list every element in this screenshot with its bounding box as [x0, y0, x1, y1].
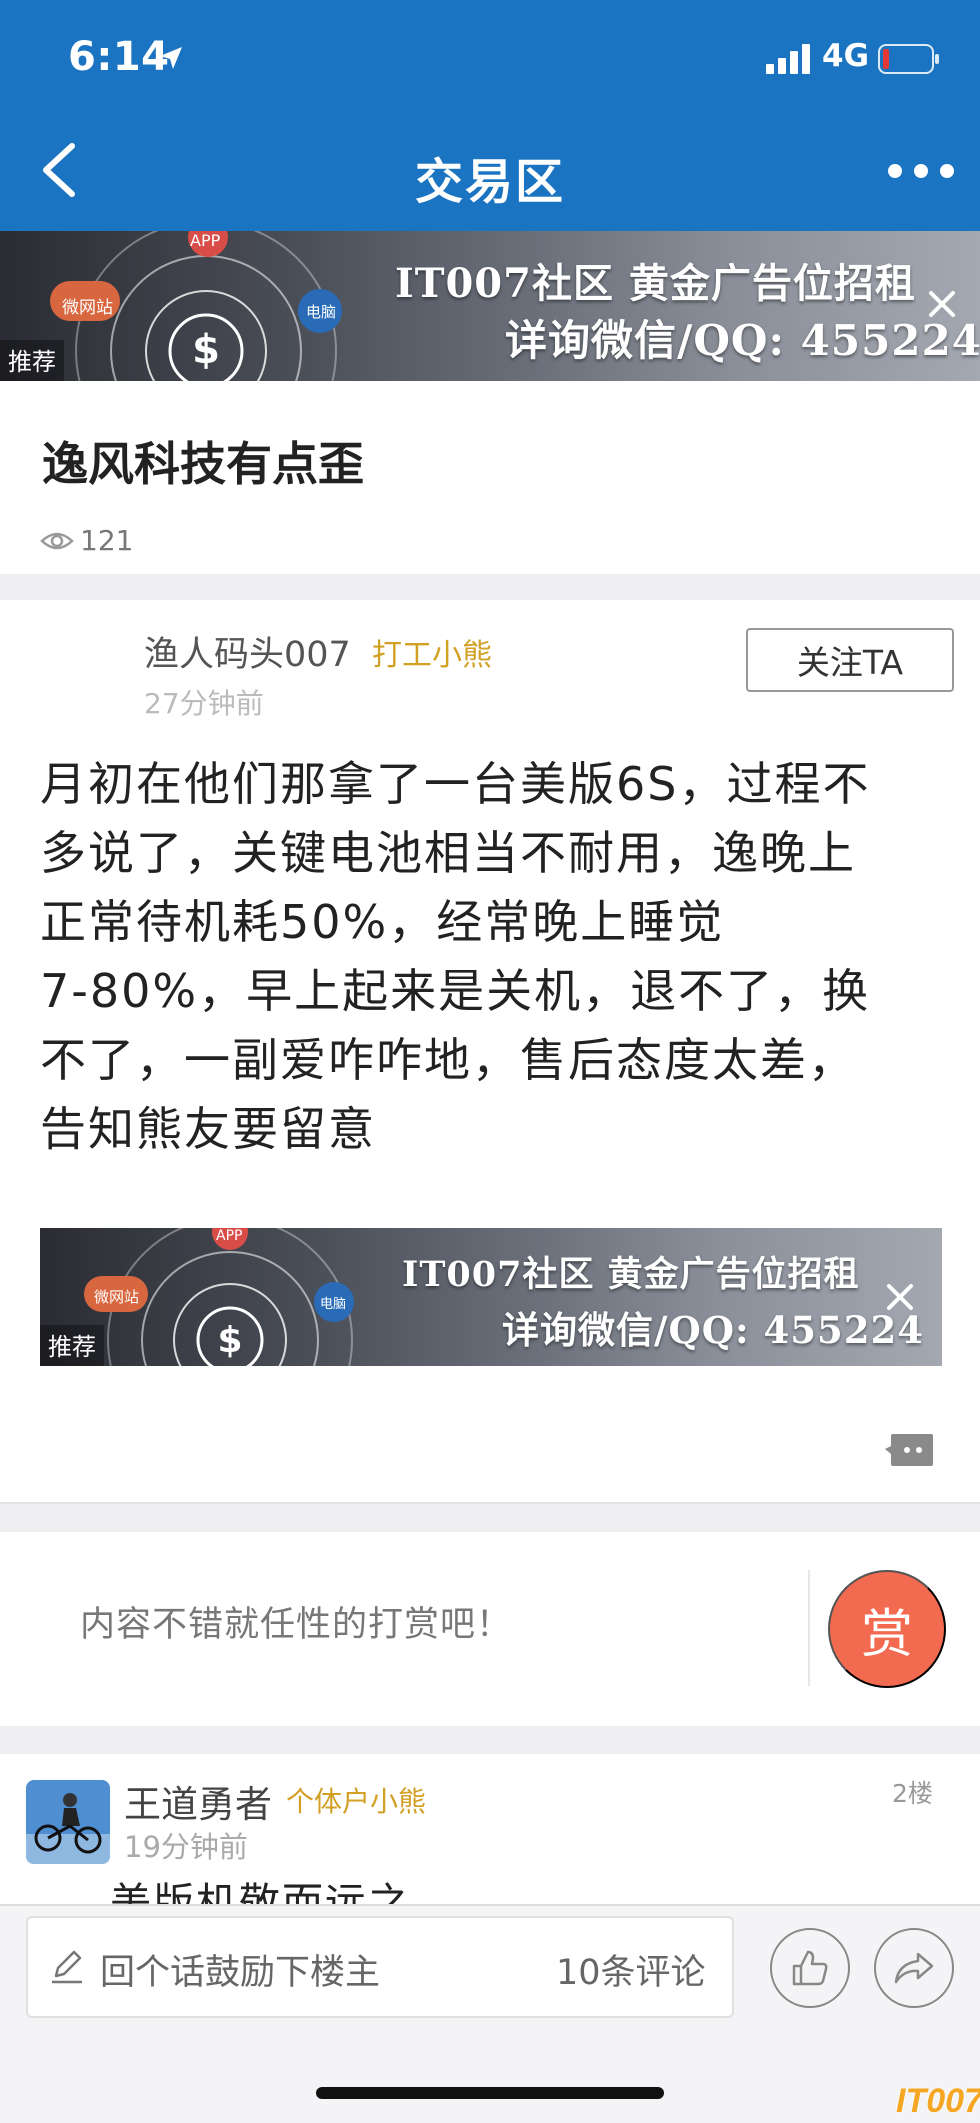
close-icon[interactable] — [883, 1280, 917, 1314]
avatar[interactable] — [26, 1780, 110, 1864]
edit-icon — [52, 1950, 82, 1984]
section-divider — [0, 574, 980, 600]
network-type: 4G — [822, 38, 870, 74]
home-indicator[interactable] — [316, 2087, 664, 2099]
thumbs-up-icon — [792, 1950, 828, 1986]
ad-banner-top[interactable]: $ APP 微网站 电脑 IT007社区 黄金广告位招租 详询微信/QQ: 45… — [0, 231, 980, 381]
post-body-line: 多说了，关键电池相当不耐用，逸晚上 — [40, 826, 856, 880]
like-button[interactable] — [770, 1928, 850, 2008]
ad-tag: 推荐 — [0, 340, 64, 381]
view-count: 121 — [80, 524, 134, 557]
view-count-row: 121 — [40, 524, 133, 557]
follow-button[interactable]: 关注TA — [746, 628, 954, 692]
share-icon — [894, 1952, 934, 1984]
svg-text:$: $ — [192, 327, 220, 373]
commenter-rank-badge: 个体户小熊 — [286, 1785, 427, 1818]
ad-bubble-site: 微网站 — [62, 298, 113, 318]
reward-prompt: 内容不错就任性的打赏吧！ — [80, 1605, 513, 1645]
post-body-line: 7-80%，早上起来是关机，退不了，换 — [40, 964, 871, 1018]
ad-headline: IT007社区 黄金广告位招租 — [402, 1254, 860, 1295]
comment-floor: 2楼 — [892, 1779, 933, 1808]
post-body: 月初在他们那拿了一台美版6S，过程不 多说了，关键电池相当不耐用，逸晚上 正常待… — [40, 750, 940, 1164]
comment-time: 19分钟前 — [124, 1830, 248, 1864]
page-title: 交易区 — [414, 154, 565, 210]
ad-contact: 详询微信/QQ: 455224 — [505, 316, 980, 365]
ad-bubble-pc: 电脑 — [306, 303, 337, 321]
close-icon[interactable] — [925, 287, 959, 321]
status-time: 6:14 — [68, 34, 170, 80]
post-title: 逸风科技有点歪 — [42, 437, 364, 491]
share-button[interactable] — [874, 1928, 954, 2008]
ad-headline: IT007社区 黄金广告位招租 — [395, 260, 916, 307]
post-body-line: 正常待机耗50%，经常晚上睡觉 — [40, 895, 725, 949]
reward-button[interactable]: 赏 — [828, 1570, 946, 1688]
ad-tag: 推荐 — [40, 1325, 104, 1366]
post-body-line: 不了，一副爱咋咋地，售后态度太差， — [40, 1033, 856, 1087]
section-divider — [0, 1726, 980, 1754]
top-bar: 6:14 4G 交易区 — [0, 0, 980, 231]
ad-bubble-app: APP — [190, 231, 221, 250]
more-dots-icon[interactable] — [886, 158, 956, 184]
author-rank-badge: 打工小熊 — [372, 638, 492, 673]
ad-banner-inline[interactable]: $ APP 微网站 电脑 IT007社区 黄金广告位招租 详询微信/QQ: 45… — [40, 1228, 942, 1366]
section-divider — [0, 1502, 980, 1532]
comment-text: 美版机敬而远之 — [110, 1879, 411, 1904]
author-name[interactable]: 渔人码头007 — [144, 626, 351, 677]
signal-icon — [766, 44, 810, 74]
ad-bubble-pc: 电脑 — [320, 1297, 347, 1312]
eye-icon — [40, 532, 74, 549]
post-time: 27分钟前 — [144, 687, 264, 720]
location-arrow-icon — [160, 47, 182, 69]
post-body-line: 月初在他们那拿了一台美版6S，过程不 — [40, 757, 871, 811]
reply-placeholder[interactable]: 回个话鼓励下楼主 — [100, 1944, 380, 1995]
svg-text:$: $ — [217, 1320, 242, 1361]
message-bubble-icon[interactable] — [885, 1432, 935, 1468]
ad-bubble-site: 微网站 — [94, 1288, 140, 1306]
page: 6:14 4G 交易区 $ APP 微网站 电脑 IT007社区 黄金广告位招租… — [0, 0, 980, 2123]
watermark: IT007 — [896, 2082, 980, 2120]
ad-contact: 详询微信/QQ: 455224 — [502, 1308, 924, 1352]
avatar-image — [26, 1780, 110, 1864]
ad-bubble-app: APP — [216, 1228, 243, 1244]
commenter-name[interactable]: 王道勇者 — [124, 1774, 272, 1828]
comment-count[interactable]: 10条评论 — [556, 1944, 706, 1995]
reward-divider — [808, 1570, 810, 1686]
post-body-line: 告知熊友要留意 — [40, 1102, 376, 1156]
battery-icon — [878, 44, 939, 74]
